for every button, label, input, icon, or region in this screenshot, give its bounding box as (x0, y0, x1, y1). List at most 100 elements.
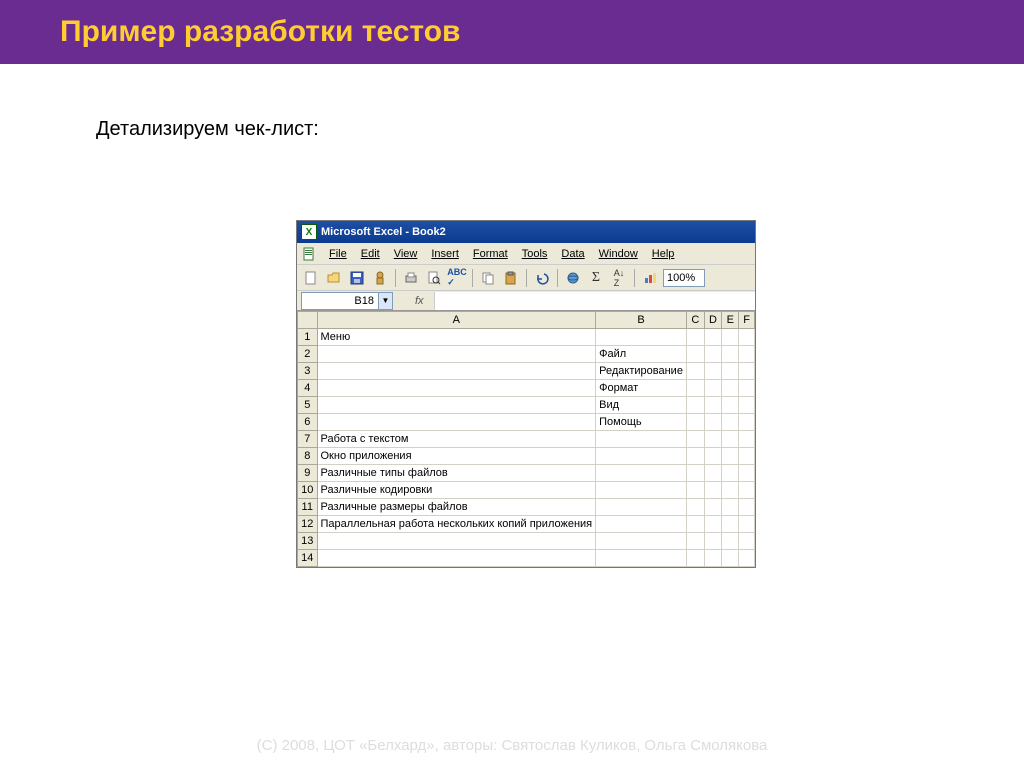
menu-help[interactable]: Help (646, 246, 681, 262)
save-icon[interactable] (347, 268, 367, 288)
cell[interactable] (704, 329, 722, 346)
cell[interactable] (687, 550, 705, 567)
cell[interactable] (704, 516, 722, 533)
menu-file[interactable]: File (323, 246, 353, 262)
spellcheck-icon[interactable]: ABC✓ (447, 268, 467, 288)
cell[interactable] (596, 448, 687, 465)
cell[interactable] (722, 397, 739, 414)
cell[interactable] (596, 329, 687, 346)
cell[interactable] (704, 397, 722, 414)
cell[interactable] (722, 516, 739, 533)
cell[interactable]: Помощь (596, 414, 687, 431)
row-header[interactable]: 5 (298, 397, 318, 414)
cell[interactable] (739, 516, 755, 533)
cell[interactable] (704, 482, 722, 499)
cell[interactable] (687, 346, 705, 363)
cell[interactable] (739, 380, 755, 397)
cell[interactable] (739, 346, 755, 363)
print-icon[interactable] (401, 268, 421, 288)
cell[interactable] (722, 329, 739, 346)
cell[interactable] (722, 448, 739, 465)
cell[interactable] (739, 329, 755, 346)
cell[interactable] (722, 346, 739, 363)
cell[interactable] (687, 380, 705, 397)
cell[interactable] (596, 499, 687, 516)
cell[interactable] (317, 550, 596, 567)
cell[interactable]: Редактирование (596, 363, 687, 380)
cell[interactable] (317, 346, 596, 363)
cell[interactable] (687, 465, 705, 482)
formula-input[interactable] (434, 292, 755, 310)
print-preview-icon[interactable] (424, 268, 444, 288)
cell[interactable]: Работа с текстом (317, 431, 596, 448)
row-header[interactable]: 3 (298, 363, 318, 380)
cell[interactable] (704, 346, 722, 363)
chart-icon[interactable] (640, 268, 660, 288)
cell[interactable] (722, 431, 739, 448)
menu-window[interactable]: Window (593, 246, 644, 262)
cell[interactable] (722, 465, 739, 482)
cell[interactable] (687, 329, 705, 346)
menu-format[interactable]: Format (467, 246, 514, 262)
menu-view[interactable]: View (388, 246, 424, 262)
cell[interactable] (317, 380, 596, 397)
cell[interactable] (687, 431, 705, 448)
cell[interactable] (596, 533, 687, 550)
row-header[interactable]: 13 (298, 533, 318, 550)
row-header[interactable]: 12 (298, 516, 318, 533)
cell[interactable] (722, 533, 739, 550)
cell[interactable] (704, 380, 722, 397)
name-box[interactable]: B18 (301, 292, 379, 310)
row-header[interactable]: 4 (298, 380, 318, 397)
cell[interactable] (687, 397, 705, 414)
cell[interactable]: Различные размеры файлов (317, 499, 596, 516)
cell[interactable] (596, 516, 687, 533)
menu-edit[interactable]: Edit (355, 246, 386, 262)
cell[interactable] (722, 380, 739, 397)
cell[interactable] (739, 414, 755, 431)
copy-icon[interactable] (478, 268, 498, 288)
cell[interactable]: Параллельная работа нескольких копий при… (317, 516, 596, 533)
cell[interactable] (704, 431, 722, 448)
cell[interactable] (739, 482, 755, 499)
col-header-B[interactable]: B (596, 312, 687, 329)
cell[interactable] (596, 465, 687, 482)
cell[interactable] (739, 431, 755, 448)
cell[interactable] (687, 499, 705, 516)
cell[interactable] (704, 448, 722, 465)
col-header-A[interactable]: A (317, 312, 596, 329)
new-file-icon[interactable] (301, 268, 321, 288)
cell[interactable] (739, 397, 755, 414)
sort-desc-icon[interactable]: A↓Z (609, 268, 629, 288)
cell[interactable]: Файл (596, 346, 687, 363)
cell[interactable] (687, 516, 705, 533)
cell[interactable] (739, 448, 755, 465)
row-header[interactable]: 10 (298, 482, 318, 499)
col-header-E[interactable]: E (722, 312, 739, 329)
zoom-input[interactable]: 100% (663, 269, 705, 287)
cell[interactable] (739, 550, 755, 567)
cell[interactable] (704, 414, 722, 431)
cell[interactable] (317, 414, 596, 431)
cell[interactable]: Различные кодировки (317, 482, 596, 499)
menu-data[interactable]: Data (555, 246, 590, 262)
cell[interactable] (704, 550, 722, 567)
col-header-C[interactable]: C (687, 312, 705, 329)
cell[interactable]: Формат (596, 380, 687, 397)
menu-tools[interactable]: Tools (516, 246, 554, 262)
cell[interactable] (722, 363, 739, 380)
cell[interactable] (687, 363, 705, 380)
cell[interactable] (704, 465, 722, 482)
cell[interactable] (687, 482, 705, 499)
cell[interactable] (704, 499, 722, 516)
cell[interactable] (687, 414, 705, 431)
open-icon[interactable] (324, 268, 344, 288)
cell[interactable] (739, 363, 755, 380)
menu-insert[interactable]: Insert (425, 246, 465, 262)
row-header[interactable]: 6 (298, 414, 318, 431)
cell[interactable]: Окно приложения (317, 448, 596, 465)
col-header-D[interactable]: D (704, 312, 722, 329)
cell[interactable] (317, 397, 596, 414)
row-header[interactable]: 7 (298, 431, 318, 448)
cell[interactable] (317, 363, 596, 380)
